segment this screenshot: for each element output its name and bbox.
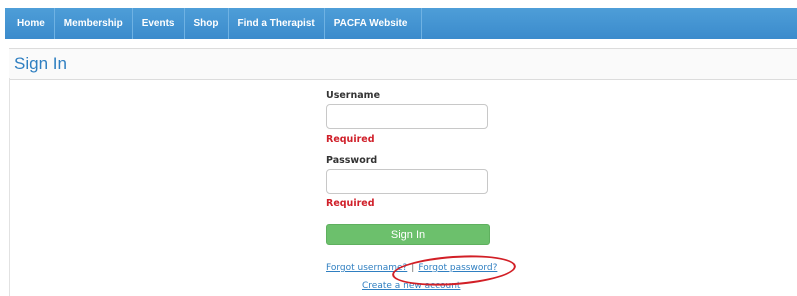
top-nav-bar: Home Membership Events Shop Find a Thera…: [5, 8, 797, 39]
create-account-row: Create a new account: [362, 281, 460, 291]
page-title-bar: Sign In: [9, 48, 797, 80]
page: Home Membership Events Shop Find a Thera…: [0, 0, 797, 296]
account-links: Forgot username? | Forgot password?: [326, 263, 497, 273]
content-border: [9, 78, 10, 296]
create-account-link[interactable]: Create a new account: [362, 281, 460, 291]
password-input[interactable]: [326, 169, 488, 194]
page-title: Sign In: [14, 54, 67, 73]
username-input[interactable]: [326, 104, 488, 129]
nav-item-pacfa-website[interactable]: PACFA Website: [325, 8, 423, 39]
nav-item-find-a-therapist[interactable]: Find a Therapist: [229, 8, 325, 39]
password-label: Password: [326, 155, 378, 166]
forgot-password-link[interactable]: Forgot password?: [418, 263, 497, 273]
forgot-username-link[interactable]: Forgot username?: [326, 263, 407, 273]
username-label: Username: [326, 90, 381, 101]
nav-item-membership[interactable]: Membership: [55, 8, 133, 39]
sign-in-button[interactable]: Sign In: [326, 224, 490, 245]
link-separator: |: [411, 263, 415, 273]
nav-item-home[interactable]: Home: [5, 8, 55, 39]
nav-item-shop[interactable]: Shop: [185, 8, 229, 39]
password-required-error: Required: [326, 198, 375, 209]
main-nav: Home Membership Events Shop Find a Thera…: [5, 8, 423, 39]
nav-item-events[interactable]: Events: [133, 8, 185, 39]
username-required-error: Required: [326, 134, 375, 145]
